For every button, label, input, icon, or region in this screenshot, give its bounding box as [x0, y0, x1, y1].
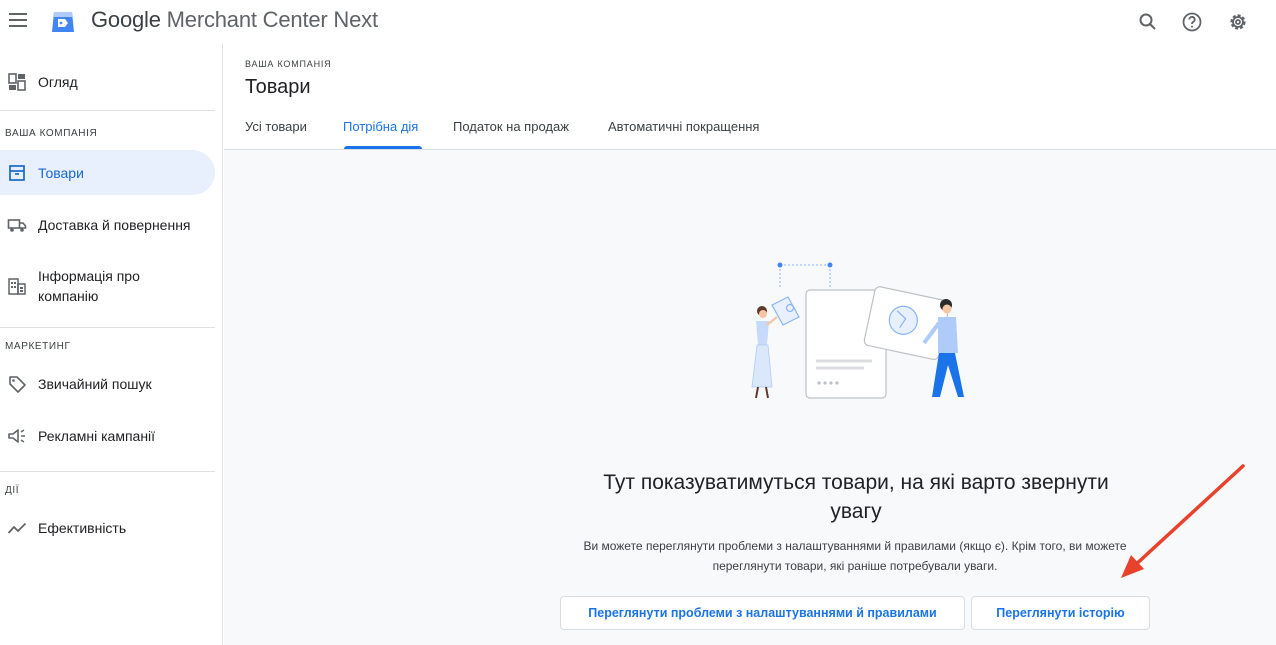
- megaphone-icon: [8, 429, 25, 443]
- tab-automatic-improvements[interactable]: Автоматичні покращення: [608, 119, 759, 134]
- empty-state-headline: Тут показуватимуться товари, на які варт…: [603, 471, 1109, 523]
- sidebar-item-company-info[interactable]: Інформація про компанію: [0, 264, 215, 308]
- section-label-marketing: МАРКЕТИНГ: [5, 341, 71, 352]
- help-icon[interactable]: [1180, 10, 1204, 34]
- sidebar-item-shipping[interactable]: Доставка й повернення: [0, 212, 215, 238]
- trending-icon: [7, 522, 27, 534]
- page-overline: ВАША КОМПАНІЯ: [245, 59, 332, 69]
- active-tab-indicator: [344, 146, 422, 149]
- sidebar-divider: [0, 327, 215, 328]
- section-label-actions: ДІЇ: [5, 485, 20, 496]
- building-icon: [8, 278, 26, 295]
- sidebar-divider: [0, 471, 215, 472]
- sidebar-divider: [0, 110, 215, 111]
- app-title-brand: Google: [91, 7, 161, 32]
- search-icon[interactable]: [1136, 10, 1160, 34]
- sidebar-item-overview[interactable]: Огляд: [0, 66, 215, 98]
- tab-all-products[interactable]: Усі товари: [245, 119, 307, 134]
- sidebar-item-label: Інформація про компанію: [38, 268, 140, 304]
- view-history-button[interactable]: Переглянути історію: [971, 596, 1150, 630]
- sidebar-item-organic-search[interactable]: Звичайний пошук: [0, 371, 215, 397]
- app-title-product: Merchant Center Next: [160, 7, 378, 32]
- sidebar-item-label: Товари: [38, 164, 84, 181]
- tag-icon: [9, 376, 26, 393]
- section-label-company: ВАША КОМПАНІЯ: [5, 128, 98, 139]
- settings-icon[interactable]: [1226, 10, 1250, 34]
- empty-state-illustration: [751, 262, 964, 399]
- tab-action-needed[interactable]: Потрібна дія: [343, 119, 418, 134]
- sidebar-item-performance[interactable]: Ефективність: [0, 515, 215, 541]
- app-title: Google Merchant Center Next: [91, 7, 378, 33]
- top-app-bar: Google Merchant Center Next: [0, 0, 1276, 44]
- sidebar-item-label: Звичайний пошук: [38, 376, 152, 392]
- page-title: Товари: [245, 76, 311, 98]
- sidebar-item-products[interactable]: Товари: [0, 150, 215, 195]
- sidebar-item-label: Рекламні кампанії: [38, 428, 156, 444]
- empty-state-description: Ви можете переглянути проблеми з налашту…: [583, 539, 1127, 573]
- empty-state-panel: Тут показуватимуться товари, на які варт…: [224, 150, 1276, 645]
- merchant-center-logo[interactable]: [49, 8, 77, 36]
- products-icon: [9, 164, 25, 181]
- dashboard-icon: [8, 73, 26, 91]
- page-header: ВАША КОМПАНІЯ Товари Усі товари Потрібна…: [224, 50, 1276, 150]
- menu-icon[interactable]: [9, 13, 27, 27]
- tab-sales-tax[interactable]: Податок на продаж: [453, 119, 569, 134]
- truck-icon: [7, 219, 27, 232]
- sidebar-item-label: Доставка й повернення: [38, 217, 191, 233]
- view-setup-issues-button[interactable]: Переглянути проблеми з налаштуваннями й …: [560, 596, 965, 630]
- sidebar-item-label: Ефективність: [38, 520, 127, 536]
- sidebar-item-ad-campaigns[interactable]: Рекламні кампанії: [0, 423, 215, 449]
- sidebar: Огляд ВАША КОМПАНІЯ Товари Доставка й по…: [0, 44, 223, 645]
- sidebar-item-label: Огляд: [38, 74, 78, 90]
